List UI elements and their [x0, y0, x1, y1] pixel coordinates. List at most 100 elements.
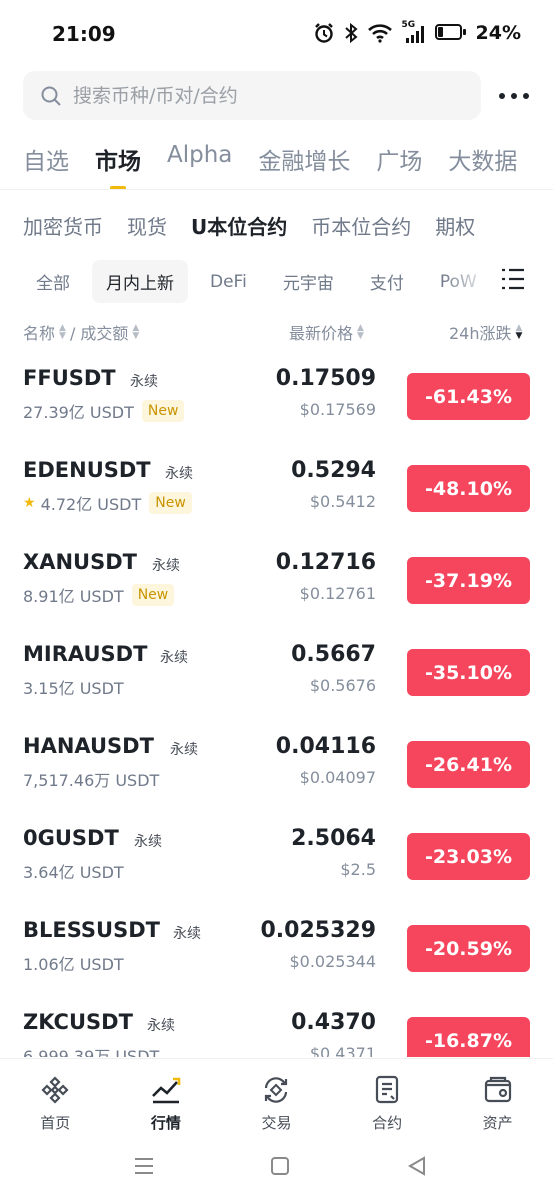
change-badge[interactable]: -26.41%: [407, 741, 530, 788]
nav-label: 交易: [261, 1114, 292, 1132]
nav-futures[interactable]: 合约: [332, 1059, 443, 1139]
volume-line: ★ 4.72亿 USDT New: [23, 491, 192, 515]
tab-earn[interactable]: 金融增长: [258, 142, 350, 186]
change-badge[interactable]: -35.10%: [407, 649, 530, 696]
usd-price: $0.4371: [309, 1044, 376, 1057]
column-volume: / 成交额: [69, 324, 129, 343]
sort-arrows-icon: ▲ ▼: [515, 323, 523, 341]
nav-markets[interactable]: 行情: [111, 1059, 222, 1139]
chip-payment[interactable]: 支付: [356, 260, 418, 303]
pair-symbol: XANUSDT: [23, 550, 137, 574]
last-price: 0.17509: [275, 366, 376, 391]
usd-price: $0.5412: [309, 492, 376, 511]
tab-market[interactable]: 市场: [95, 142, 141, 186]
volume: 4.72亿 USDT: [40, 495, 142, 514]
tab-square[interactable]: 广场: [376, 142, 422, 186]
market-row[interactable]: BLESSUSDT 永续 1.06亿 USDT 0.025329 $0.025344 -2…: [0, 918, 553, 1010]
column-price: 最新价格: [289, 324, 354, 343]
chip-defi[interactable]: DeFi: [196, 263, 261, 301]
change-badge[interactable]: -37.19%: [407, 557, 530, 604]
nav-trade[interactable]: 交易: [221, 1059, 332, 1139]
volume-line: 3.64亿 USDT: [23, 859, 124, 883]
perpetual-tag: 永续: [152, 558, 180, 574]
back-icon[interactable]: [407, 1156, 427, 1176]
volume: 6,999.39万 USDT: [23, 1047, 160, 1057]
home-icon[interactable]: [270, 1156, 290, 1176]
volume: 3.64亿 USDT: [23, 863, 124, 882]
usd-price: $0.025344: [289, 952, 376, 971]
new-badge: New: [131, 584, 175, 606]
change-badge[interactable]: -23.03%: [407, 833, 530, 880]
recents-icon[interactable]: [133, 1156, 155, 1176]
search-icon: [41, 86, 61, 106]
sort-by-change[interactable]: 24h涨跌 ▲ ▼: [449, 320, 522, 344]
divider: [0, 189, 553, 190]
pair-symbol: ZKCUSDT: [23, 1010, 133, 1034]
subtab-usdm-futures[interactable]: U本位合约: [191, 211, 287, 240]
market-row[interactable]: HANAUSDT 永续 7,517.46万 USDT 0.04116 $0.04097 -…: [0, 734, 553, 826]
column-name: 名称: [23, 324, 56, 343]
last-price: 2.5064: [291, 826, 376, 851]
change-badge[interactable]: -61.43%: [407, 373, 530, 420]
futures-document-icon: [375, 1075, 399, 1104]
status-time: 21:09: [52, 22, 116, 46]
market-list: FFUSDT 永续 27.39亿 USDT New 0.17509 $0.17569 -61…: [0, 360, 553, 1057]
subtab-crypto[interactable]: 加密货币: [23, 211, 103, 240]
market-row[interactable]: ZKCUSDT 永续 6,999.39万 USDT 0.4370 $0.4371 -16.…: [0, 1010, 553, 1057]
subtab-coinm-futures[interactable]: 币本位合约: [311, 211, 411, 240]
last-price: 0.025329: [260, 918, 376, 943]
sort-by-name[interactable]: 名称 ▲ ▼ / 成交额 ▲ ▼: [23, 320, 139, 344]
nav-label: 首页: [40, 1114, 71, 1132]
perpetual-tag: 永续: [170, 742, 198, 758]
tab-data[interactable]: 大数据: [448, 142, 517, 186]
last-price: 0.04116: [275, 734, 376, 759]
volume-line: 6,999.39万 USDT: [23, 1043, 159, 1057]
more-options-icon[interactable]: [499, 82, 529, 110]
nav-label: 合约: [372, 1114, 403, 1132]
pair-symbol: 0GUSDT: [23, 826, 119, 850]
system-nav-bar: [0, 1140, 553, 1200]
new-badge: New: [141, 400, 185, 422]
bottom-nav: 首页 行情 交易 合约 资产: [0, 1058, 553, 1139]
chip-metaverse[interactable]: 元宇宙: [269, 260, 348, 303]
status-icons: 5G 24%: [313, 20, 521, 44]
nav-assets[interactable]: 资产: [442, 1059, 553, 1139]
volume-line: 1.06亿 USDT: [23, 951, 124, 975]
chip-new-listings[interactable]: 月内上新: [92, 260, 188, 303]
list-menu-icon[interactable]: [500, 266, 526, 292]
last-price: 0.12716: [275, 550, 376, 575]
battery-icon: [434, 24, 467, 42]
trade-exchange-icon: [265, 1077, 288, 1103]
usd-price: $2.5: [340, 860, 376, 879]
nav-label: 行情: [150, 1114, 181, 1132]
volume-line: 27.39亿 USDT New: [23, 399, 185, 423]
perpetual-tag: 永续: [160, 650, 188, 666]
market-row[interactable]: FFUSDT 永续 27.39亿 USDT New 0.17509 $0.17569 -61…: [0, 366, 553, 458]
market-row[interactable]: 0GUSDT 永续 3.64亿 USDT 2.5064 $2.5 -23.03%: [0, 826, 553, 918]
chip-all[interactable]: 全部: [22, 260, 84, 303]
market-row[interactable]: MIRAUSDT 永续 3.15亿 USDT 0.5667 $0.5676 -35.10%: [0, 642, 553, 734]
market-row[interactable]: EDENUSDT 永续 ★ 4.72亿 USDT New 0.5294 $0.5412 -48…: [0, 458, 553, 550]
sort-by-price[interactable]: 最新价格 ▲ ▼: [289, 320, 364, 344]
perpetual-tag: 永续: [173, 926, 201, 942]
change-badge[interactable]: -48.10%: [407, 465, 530, 512]
tab-alpha[interactable]: Alpha: [167, 142, 232, 186]
change-badge[interactable]: -20.59%: [407, 925, 530, 972]
nav-home[interactable]: 首页: [0, 1059, 111, 1139]
pair-symbol: EDENUSDT: [23, 458, 151, 482]
subtab-spot[interactable]: 现货: [127, 211, 167, 240]
market-row[interactable]: XANUSDT 永续 8.91亿 USDT New 0.12716 $0.12761 -37…: [0, 550, 553, 642]
tab-favorites[interactable]: 自选: [23, 142, 69, 186]
change-badge[interactable]: -16.87%: [407, 1017, 530, 1057]
star-icon[interactable]: ★: [23, 495, 36, 511]
volume: 3.15亿 USDT: [23, 679, 124, 698]
subtab-options[interactable]: 期权: [435, 211, 475, 240]
pair-symbol: BLESSUSDT: [23, 918, 160, 942]
sub-tabs: 加密货币 现货 U本位合约 币本位合约 期权: [23, 211, 499, 240]
search-bar[interactable]: [23, 71, 481, 120]
last-price: 0.5294: [291, 458, 376, 483]
volume: 1.06亿 USDT: [23, 955, 124, 974]
alarm-icon: [314, 23, 333, 43]
search-input[interactable]: [71, 83, 455, 108]
market-chart-icon: [151, 1077, 181, 1104]
